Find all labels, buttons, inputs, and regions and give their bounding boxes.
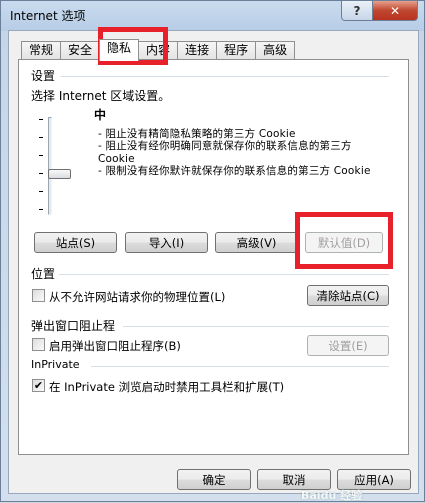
internet-options-window: Internet 选项 ? ✕ 常规 安全 隐私 内容 连接 程序 高级 设置 … <box>0 0 425 502</box>
tab-strip: 常规 安全 隐私 内容 连接 程序 高级 <box>21 39 296 61</box>
baidu-watermark: Baidu 经验 <box>301 489 363 502</box>
sites-button[interactable]: 站点(S) <box>34 232 117 253</box>
inprivate-checkbox-label[interactable]: 在 InPrivate 浏览启动时禁用工具栏和扩展(T) <box>49 379 284 395</box>
tab-security[interactable]: 安全 <box>60 41 101 60</box>
inprivate-divider <box>91 366 389 367</box>
title-bar[interactable]: Internet 选项 ? ✕ <box>1 1 424 29</box>
location-divider <box>59 274 389 275</box>
slider-tick <box>39 173 43 174</box>
slider-tick <box>39 119 43 120</box>
slider-tick <box>39 137 43 138</box>
popup-divider <box>123 326 389 327</box>
tab-connections[interactable]: 连接 <box>177 41 218 60</box>
tab-programs[interactable]: 程序 <box>216 41 257 60</box>
import-button[interactable]: 导入(I) <box>125 232 208 253</box>
privacy-level-name: 中 <box>94 108 107 122</box>
help-button[interactable]: ? <box>341 1 373 21</box>
privacy-level-description: - 阻止没有精简隐私策略的第三方 Cookie - 阻止没有经你明确同意就保存你… <box>98 128 383 178</box>
advanced-button[interactable]: 高级(V) <box>215 232 298 253</box>
close-button[interactable]: ✕ <box>372 1 418 21</box>
inprivate-heading: InPrivate <box>31 358 80 371</box>
popup-settings-button[interactable]: 设置(E) <box>307 335 389 356</box>
zone-prompt: 选择 Internet 区域设置。 <box>31 89 171 103</box>
tab-general[interactable]: 常规 <box>21 41 62 60</box>
location-checkbox-label[interactable]: 从不允许网站请求你的物理位置(L) <box>49 289 225 305</box>
check-mark-icon: ✔ <box>33 379 44 392</box>
privacy-level-slider-track[interactable] <box>48 117 52 215</box>
description-line: - 阻止没有经你明确同意就保存你的联系信息的第三方 Cookie <box>98 140 352 165</box>
privacy-level-slider-thumb[interactable] <box>48 169 71 179</box>
slider-tick <box>39 191 43 192</box>
settings-heading: 设置 <box>31 69 56 83</box>
clear-sites-button[interactable]: 清除站点(C) <box>307 285 389 306</box>
popup-checkbox[interactable] <box>32 338 45 351</box>
popup-heading: 弹出窗口阻止程 <box>31 319 116 333</box>
inprivate-checkbox[interactable]: ✔ <box>32 379 45 392</box>
default-button[interactable]: 默认值(D) <box>305 232 383 253</box>
ok-button[interactable]: 确定 <box>177 469 251 490</box>
close-icon: ✕ <box>389 3 401 18</box>
slider-tick <box>39 155 43 156</box>
location-heading: 位置 <box>31 267 56 281</box>
settings-divider <box>61 76 389 77</box>
tab-advanced[interactable]: 高级 <box>255 41 296 60</box>
tab-privacy[interactable]: 隐私 <box>99 39 140 61</box>
popup-checkbox-label[interactable]: 启用弹出窗口阻止程序(B) <box>49 338 181 354</box>
location-checkbox[interactable] <box>32 289 45 302</box>
description-line: - 阻止没有精简隐私策略的第三方 Cookie <box>98 128 296 140</box>
privacy-panel <box>18 59 409 455</box>
window-title: Internet 选项 <box>10 9 86 23</box>
slider-tick <box>39 209 43 210</box>
description-line: - 限制没有经你默许就保存你的联系信息的第三方 Cookie <box>98 165 371 178</box>
tab-content[interactable]: 内容 <box>138 41 179 60</box>
